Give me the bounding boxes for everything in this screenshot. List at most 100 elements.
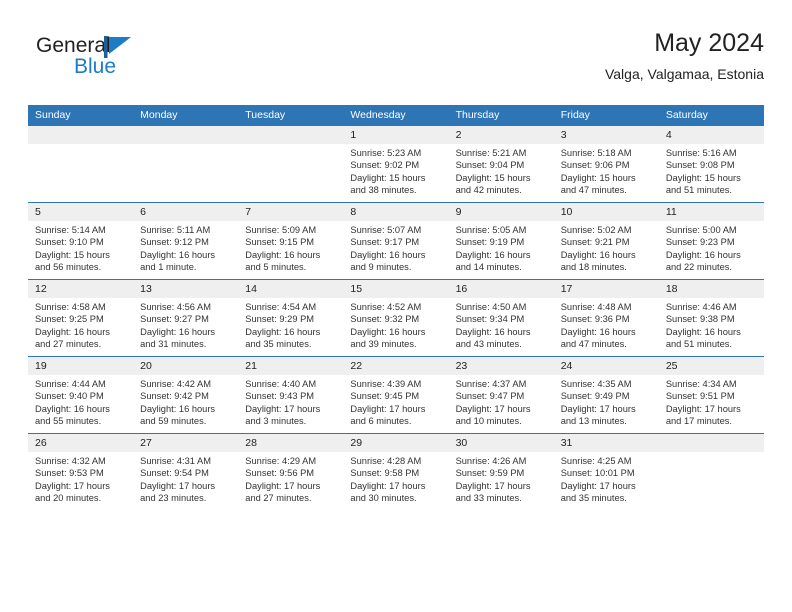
daylight-text-line2: and 33 minutes. (455, 492, 522, 503)
daylight-text-line1: Daylight: 15 hours (560, 172, 636, 183)
sunrise-text: Sunrise: 5:09 AM (245, 225, 317, 235)
calendar-day-cell[interactable]: 12 Sunrise: 4:58 AM Sunset: 9:25 PM Dayligh… (28, 279, 134, 357)
weekday-header-friday: Friday (553, 105, 659, 126)
daylight-text-line2: and 59 minutes. (140, 415, 207, 426)
daylight-text-line2: and 27 minutes. (35, 338, 102, 349)
calendar-day-cell[interactable]: 5 Sunrise: 5:14 AM Sunset: 9:10 PM Daylight… (28, 202, 134, 280)
title-block: May 2024 Valga, Valgamaa, Estonia (605, 28, 764, 84)
calendar-day-cell[interactable]: 6 Sunrise: 5:11 AM Sunset: 9:12 PM Daylight… (133, 202, 239, 280)
daylight-text-line2: and 38 minutes. (350, 184, 417, 195)
day-cell-inner: 25 Sunrise: 4:34 AM Sunset: 9:51 PM Dayligh… (658, 357, 764, 433)
sunset-text: Sunset: 9:42 PM (140, 391, 209, 402)
calendar-day-cell[interactable]: 27 Sunrise: 4:31 AM Sunset: 9:54 PM Dayligh… (133, 433, 239, 510)
daylight-text-line2: and 3 minutes. (245, 415, 307, 426)
day-number (133, 126, 239, 144)
calendar-day-cell[interactable]: 23 Sunrise: 4:37 AM Sunset: 9:47 PM Dayligh… (448, 356, 554, 434)
day-cell-inner (658, 434, 764, 510)
calendar-day-cell[interactable]: 24 Sunrise: 4:35 AM Sunset: 9:49 PM Dayligh… (553, 356, 659, 434)
daylight-text-line2: and 47 minutes. (560, 338, 627, 349)
sunrise-text: Sunrise: 4:32 AM (35, 456, 106, 466)
calendar-day-cell[interactable]: 8 Sunrise: 5:07 AM Sunset: 9:17 PM Daylight… (343, 202, 449, 280)
day-details: Sunrise: 4:54 AM Sunset: 9:29 PM Daylight:… (238, 298, 343, 350)
day-number: 11 (658, 203, 764, 221)
calendar-day-cell[interactable]: 25 Sunrise: 4:34 AM Sunset: 9:51 PM Dayligh… (658, 356, 764, 434)
calendar-day-cell[interactable]: 30 Sunrise: 4:26 AM Sunset: 9:59 PM Dayligh… (448, 433, 554, 510)
daylight-text-line1: Daylight: 17 hours (455, 480, 531, 491)
day-cell-inner (28, 126, 134, 202)
sunset-text: Sunset: 9:32 PM (350, 314, 420, 325)
day-number: 20 (133, 357, 239, 375)
sunrise-text: Sunrise: 5:16 AM (665, 148, 737, 158)
day-cell-inner: 29 Sunrise: 4:28 AM Sunset: 9:58 PM Dayligh… (343, 434, 449, 510)
daylight-text-line2: and 9 minutes. (350, 261, 412, 272)
daylight-text-line1: Daylight: 16 hours (455, 249, 531, 260)
calendar-day-cell[interactable]: 26 Sunrise: 4:32 AM Sunset: 9:53 PM Dayligh… (28, 433, 134, 510)
calendar-header-row: Sunday Monday Tuesday Wednesday Thursday… (28, 105, 764, 126)
calendar-day-cell[interactable]: 16 Sunrise: 4:50 AM Sunset: 9:34 PM Dayligh… (448, 279, 554, 357)
daylight-text-line1: Daylight: 15 hours (350, 172, 426, 183)
general-blue-logo[interactable]: General Blue (36, 34, 176, 92)
calendar-day-cell[interactable]: 18 Sunrise: 4:46 AM Sunset: 9:38 PM Dayligh… (658, 279, 764, 357)
calendar-week-row: 1 Sunrise: 5:23 AM Sunset: 9:02 PM Daylight… (28, 126, 764, 203)
calendar-day-cell[interactable]: 13 Sunrise: 4:56 AM Sunset: 9:27 PM Dayligh… (133, 279, 239, 357)
calendar-day-cell[interactable]: 28 Sunrise: 4:29 AM Sunset: 9:56 PM Dayligh… (238, 433, 344, 510)
sunrise-text: Sunrise: 4:37 AM (455, 379, 527, 389)
sunrise-text: Sunrise: 4:28 AM (350, 456, 422, 466)
weekday-header-sunday: Sunday (28, 105, 134, 126)
day-number: 4 (658, 126, 764, 144)
calendar-day-cell[interactable]: 17 Sunrise: 4:48 AM Sunset: 9:36 PM Dayligh… (553, 279, 659, 357)
day-details: Sunrise: 5:07 AM Sunset: 9:17 PM Daylight:… (343, 221, 448, 273)
daylight-text-line2: and 35 minutes. (560, 492, 627, 503)
day-details: Sunrise: 4:58 AM Sunset: 9:25 PM Daylight:… (28, 298, 133, 350)
calendar-day-cell[interactable]: 3 Sunrise: 5:18 AM Sunset: 9:06 PM Daylight… (553, 126, 659, 203)
calendar-day-cell[interactable]: 11 Sunrise: 5:00 AM Sunset: 9:23 PM Dayligh… (658, 202, 764, 280)
daylight-text-line1: Daylight: 16 hours (140, 326, 216, 337)
daylight-text-line1: Daylight: 16 hours (140, 403, 216, 414)
day-cell-inner: 24 Sunrise: 4:35 AM Sunset: 9:49 PM Dayligh… (553, 357, 659, 433)
calendar-day-cell[interactable]: 31 Sunrise: 4:25 AM Sunset: 10:01 PM Daylig… (553, 433, 659, 510)
daylight-text-line1: Daylight: 17 hours (140, 480, 216, 491)
calendar-day-cell[interactable]: 20 Sunrise: 4:42 AM Sunset: 9:42 PM Dayligh… (133, 356, 239, 434)
calendar-container: Sunday Monday Tuesday Wednesday Thursday… (28, 105, 764, 510)
calendar-week-row: 5 Sunrise: 5:14 AM Sunset: 9:10 PM Daylight… (28, 202, 764, 280)
daylight-text-line1: Daylight: 16 hours (455, 326, 531, 337)
calendar-day-cell[interactable]: 19 Sunrise: 4:44 AM Sunset: 9:40 PM Dayligh… (28, 356, 134, 434)
calendar-day-cell[interactable]: 14 Sunrise: 4:54 AM Sunset: 9:29 PM Dayligh… (238, 279, 344, 357)
sunrise-text: Sunrise: 5:00 AM (665, 225, 737, 235)
day-cell-inner: 8 Sunrise: 5:07 AM Sunset: 9:17 PM Daylight… (343, 203, 449, 279)
daylight-text-line1: Daylight: 16 hours (245, 249, 321, 260)
sunset-text: Sunset: 9:34 PM (455, 314, 525, 325)
day-details: Sunrise: 4:42 AM Sunset: 9:42 PM Daylight:… (133, 375, 238, 427)
calendar-day-cell[interactable]: 15 Sunrise: 4:52 AM Sunset: 9:32 PM Dayligh… (343, 279, 449, 357)
calendar-day-cell[interactable]: 1 Sunrise: 5:23 AM Sunset: 9:02 PM Daylight… (343, 126, 449, 203)
calendar-table: Sunday Monday Tuesday Wednesday Thursday… (28, 105, 764, 510)
day-details: Sunrise: 4:25 AM Sunset: 10:01 PM Daylight… (554, 452, 659, 504)
day-cell-inner: 12 Sunrise: 4:58 AM Sunset: 9:25 PM Dayligh… (28, 280, 134, 356)
daylight-text-line1: Daylight: 16 hours (35, 326, 110, 337)
daylight-text-line2: and 30 minutes. (350, 492, 417, 503)
day-details: Sunrise: 5:00 AM Sunset: 9:23 PM Daylight:… (659, 221, 764, 273)
day-cell-inner: 15 Sunrise: 4:52 AM Sunset: 9:32 PM Dayligh… (343, 280, 449, 356)
calendar-day-cell[interactable]: 21 Sunrise: 4:40 AM Sunset: 9:43 PM Dayligh… (238, 356, 344, 434)
daylight-text-line1: Daylight: 17 hours (245, 480, 321, 491)
calendar-day-cell[interactable]: 9 Sunrise: 5:05 AM Sunset: 9:19 PM Daylight… (448, 202, 554, 280)
calendar-day-cell[interactable]: 22 Sunrise: 4:39 AM Sunset: 9:45 PM Dayligh… (343, 356, 449, 434)
daylight-text-line1: Daylight: 17 hours (665, 403, 741, 414)
calendar-day-cell[interactable]: 4 Sunrise: 5:16 AM Sunset: 9:08 PM Daylight… (658, 126, 764, 203)
day-number (28, 126, 134, 144)
page-header: General Blue May 2024 Valga, Valgamaa, E… (28, 28, 764, 98)
calendar-day-cell[interactable]: 29 Sunrise: 4:28 AM Sunset: 9:58 PM Dayligh… (343, 433, 449, 510)
sunset-text: Sunset: 10:01 PM (560, 468, 635, 479)
calendar-day-cell[interactable]: 2 Sunrise: 5:21 AM Sunset: 9:04 PM Daylight… (448, 126, 554, 203)
day-number: 28 (238, 434, 344, 452)
day-details: Sunrise: 4:39 AM Sunset: 9:45 PM Daylight:… (343, 375, 448, 427)
day-details: Sunrise: 4:34 AM Sunset: 9:51 PM Daylight:… (659, 375, 764, 427)
weekday-header-saturday: Saturday (658, 105, 764, 126)
sunrise-text: Sunrise: 5:23 AM (350, 148, 422, 158)
day-number: 18 (658, 280, 764, 298)
calendar-day-cell[interactable]: 10 Sunrise: 5:02 AM Sunset: 9:21 PM Dayligh… (553, 202, 659, 280)
sunset-text: Sunset: 9:45 PM (350, 391, 420, 402)
day-number: 12 (28, 280, 134, 298)
calendar-day-cell[interactable]: 7 Sunrise: 5:09 AM Sunset: 9:15 PM Daylight… (238, 202, 344, 280)
day-details: Sunrise: 4:32 AM Sunset: 9:53 PM Daylight:… (28, 452, 133, 504)
